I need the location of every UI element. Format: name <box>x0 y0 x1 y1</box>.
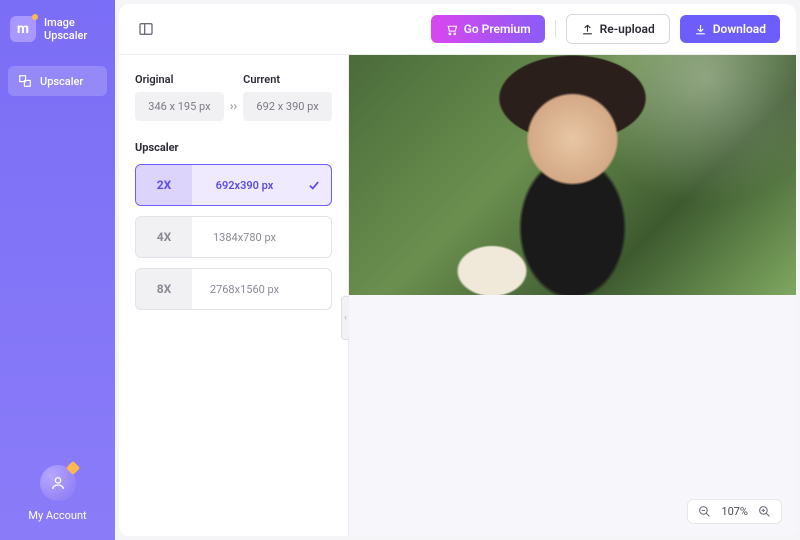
sidebar-item-label: Upscaler <box>40 75 83 88</box>
app-root: m Image Upscaler Upscaler My Account G <box>0 0 800 540</box>
scale-mult: 4X <box>136 217 192 257</box>
scale-option-4x[interactable]: 4X 1384x780 px <box>135 216 332 258</box>
dimensions-row: Original 346 x 195 px ›› Current 692 x 3… <box>135 73 332 121</box>
original-label: Original <box>135 73 224 86</box>
scale-mult: 8X <box>136 269 192 309</box>
download-label: Download <box>713 22 766 36</box>
reupload-button[interactable]: Re-upload <box>566 14 670 44</box>
original-dim: 346 x 195 px <box>135 92 224 121</box>
sidebar-toggle-icon <box>138 21 154 37</box>
zoom-controls: 107% <box>687 499 782 524</box>
cart-icon <box>445 23 458 36</box>
avatar <box>40 465 76 501</box>
account-section[interactable]: My Account <box>0 447 115 540</box>
zoom-in-icon[interactable] <box>758 505 771 518</box>
upscaler-icon <box>18 74 32 88</box>
panel-toggle[interactable] <box>135 18 157 40</box>
preview-image <box>349 55 796 295</box>
zoom-out-icon[interactable] <box>698 505 711 518</box>
current-dim: 692 x 390 px <box>243 92 332 121</box>
logo: m Image Upscaler <box>0 0 115 58</box>
check-icon <box>297 178 331 192</box>
download-button[interactable]: Download <box>680 15 780 43</box>
section-label: Upscaler <box>135 141 332 154</box>
main: Go Premium Re-upload Download Original 3… <box>119 4 796 536</box>
panel-collapse-handle[interactable]: ‹ <box>341 296 349 340</box>
preview-area: ‹ 107% <box>349 55 796 536</box>
app-name: Image Upscaler <box>44 16 87 42</box>
scale-dim: 692x390 px <box>192 179 297 192</box>
current-col: Current 692 x 390 px <box>243 73 332 121</box>
settings-panel: Original 346 x 195 px ›› Current 692 x 3… <box>119 55 349 536</box>
go-premium-button[interactable]: Go Premium <box>431 15 545 43</box>
scale-dim: 2768x1560 px <box>192 283 297 296</box>
image-area[interactable] <box>349 55 796 295</box>
arrow-icon: ›› <box>230 81 237 113</box>
sidebar-item-upscaler[interactable]: Upscaler <box>8 66 107 96</box>
sidebar: m Image Upscaler Upscaler My Account <box>0 0 115 540</box>
scale-mult: 2X <box>136 165 192 205</box>
user-icon <box>50 475 66 491</box>
topbar: Go Premium Re-upload Download <box>119 4 796 55</box>
content: Original 346 x 195 px ›› Current 692 x 3… <box>119 55 796 536</box>
scale-option-2x[interactable]: 2X 692x390 px <box>135 164 332 206</box>
upload-icon <box>581 23 594 36</box>
account-label: My Account <box>28 509 86 522</box>
sidebar-nav: Upscaler <box>0 58 115 104</box>
zoom-level: 107% <box>721 505 748 518</box>
reupload-label: Re-upload <box>600 22 655 36</box>
premium-label: Go Premium <box>464 22 531 36</box>
scale-dim: 1384x780 px <box>192 231 297 244</box>
divider <box>555 20 556 38</box>
logo-icon: m <box>10 16 36 42</box>
scale-option-8x[interactable]: 8X 2768x1560 px <box>135 268 332 310</box>
original-col: Original 346 x 195 px <box>135 73 224 121</box>
download-icon <box>694 23 707 36</box>
current-label: Current <box>243 73 332 86</box>
